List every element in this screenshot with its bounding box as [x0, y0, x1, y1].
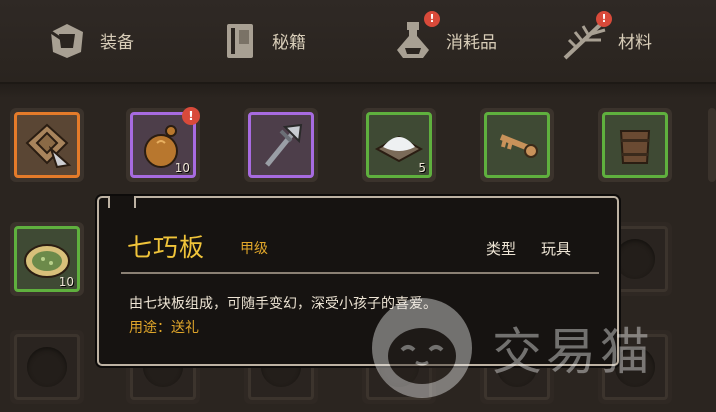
tab-label: 材料: [618, 32, 652, 53]
inventory-slot-tangram[interactable]: [10, 108, 84, 182]
tab-consumables[interactable]: ! 消耗品: [388, 11, 497, 68]
tab-label: 装备: [100, 32, 134, 53]
inventory-slot-axe[interactable]: [244, 108, 318, 182]
item-count: 10: [174, 161, 190, 175]
tangram-board-icon: [20, 118, 74, 172]
item-tooltip: 七巧板 甲级 类型 玩具 由七块板组成，可随手变幻，深受小孩子的喜爱。 用途：送…: [97, 196, 619, 366]
tab-manuals[interactable]: 秘籍: [214, 12, 306, 68]
item-count: 5: [418, 161, 426, 175]
alert-badge: !: [596, 11, 612, 27]
tab-divider: [0, 84, 716, 98]
item-usage: 用途：送礼: [129, 320, 199, 336]
axe-icon: [254, 118, 308, 172]
inventory-slot-pancake[interactable]: 10: [10, 222, 84, 296]
item-name: 七巧板: [127, 233, 206, 262]
tooltip-divider: [121, 272, 599, 274]
inventory-slot-empty[interactable]: [10, 330, 84, 404]
potion-icon: !: [388, 11, 440, 65]
inventory-slot-key[interactable]: [480, 108, 554, 182]
item-type-value: 玩具: [541, 240, 572, 258]
category-tab-bar: 装备 秘籍 ! 消耗品 ! 材料: [0, 0, 716, 84]
inventory-slot-partial: [708, 108, 716, 182]
item-type-label: 类型: [486, 240, 517, 258]
alert-badge: !: [424, 11, 440, 27]
wooden-bucket-icon: [608, 118, 662, 172]
armor-icon: [42, 15, 92, 65]
key-icon: [490, 118, 544, 172]
tab-label: 秘籍: [272, 32, 306, 53]
item-count: 10: [58, 275, 74, 289]
inventory-slot-bucket[interactable]: [598, 108, 672, 182]
alert-badge: !: [182, 107, 200, 125]
tab-label: 消耗品: [446, 32, 497, 53]
item-grade: 甲级: [240, 241, 268, 257]
tab-equipment[interactable]: 装备: [42, 12, 134, 68]
inventory-slot-salt[interactable]: 5: [362, 108, 436, 182]
tab-materials[interactable]: ! 材料: [560, 11, 652, 68]
item-description: 由七块板组成，可随手变幻，深受小孩子的喜爱。: [129, 296, 437, 312]
book-icon: [214, 15, 264, 65]
herb-icon: !: [560, 11, 612, 65]
inventory-slot-gourd[interactable]: 10 !: [126, 107, 200, 182]
